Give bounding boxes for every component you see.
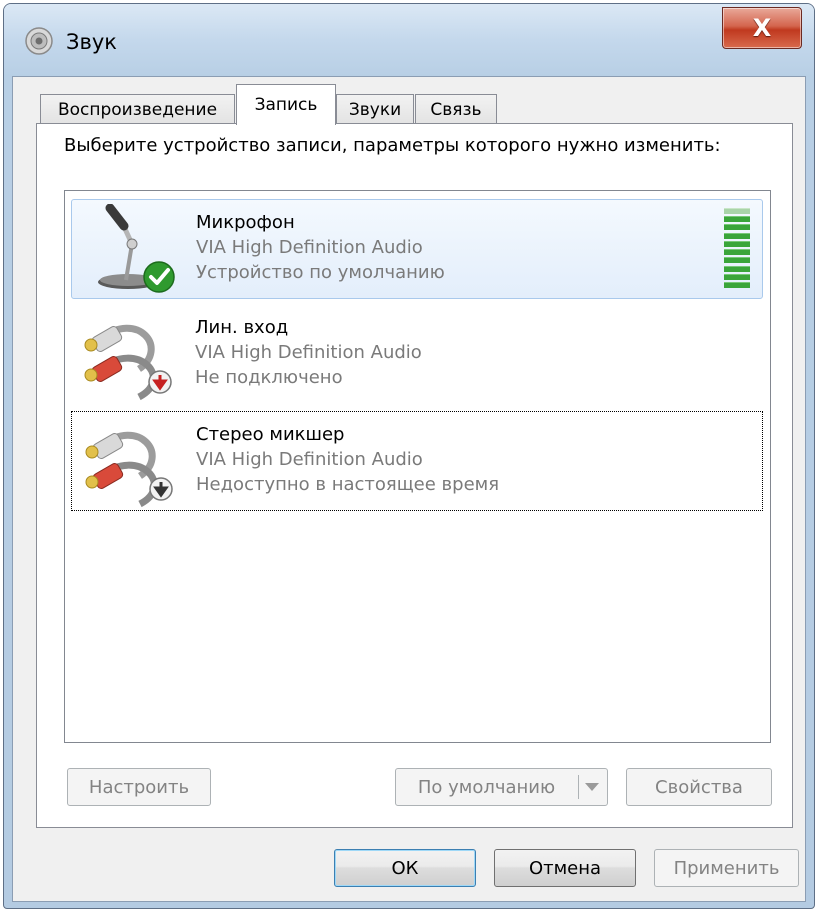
device-item-line-in[interactable]: Лин. вход VIA High Definition Audio Не п… (71, 305, 763, 405)
close-icon: X (752, 14, 772, 42)
device-name: Лин. вход (195, 317, 289, 338)
device-driver: VIA High Definition Audio (196, 449, 423, 470)
device-driver: VIA High Definition Audio (196, 237, 423, 258)
level-bar (724, 208, 750, 214)
cancel-button[interactable]: Отмена (494, 849, 636, 887)
recording-device-list[interactable]: Микрофон VIA High Definition Audio Устро… (64, 190, 771, 743)
instruction-text: Выберите устройство записи, параметры ко… (64, 135, 721, 156)
apply-button[interactable]: Применить (654, 849, 799, 887)
tab-playback[interactable]: Воспроизведение (40, 94, 235, 124)
split-separator (578, 775, 579, 799)
properties-button[interactable]: Свойства (626, 768, 772, 806)
device-driver: VIA High Definition Audio (195, 342, 422, 363)
chevron-down-icon[interactable] (585, 783, 599, 791)
title-bar[interactable]: Звук X (4, 4, 814, 76)
level-bar (724, 240, 750, 247)
device-item-microphone[interactable]: Микрофон VIA High Definition Audio Устро… (71, 199, 763, 299)
default-check-icon (143, 261, 175, 293)
ok-button[interactable]: ОК (334, 849, 476, 887)
level-bar (724, 232, 750, 239)
device-item-stereo-mix[interactable]: Стерео микшер VIA High Definition Audio … (71, 411, 763, 511)
tab-communications[interactable]: Связь (415, 94, 497, 124)
input-level-meter (724, 208, 750, 288)
red-down-arrow-icon (148, 370, 172, 394)
device-status: Не подключено (195, 367, 343, 388)
device-name: Стерео микшер (196, 424, 345, 445)
tab-recording[interactable]: Запись (236, 84, 336, 125)
level-bar (724, 249, 750, 256)
configure-button[interactable]: Настроить (67, 768, 211, 806)
device-status: Недоступно в настоящее время (196, 474, 500, 495)
device-name: Микрофон (196, 212, 295, 233)
level-bar (724, 281, 750, 288)
level-bar (724, 224, 750, 231)
level-bar (724, 257, 750, 264)
close-button[interactable]: X (722, 7, 802, 49)
window-title: Звук (66, 30, 117, 54)
level-bar (724, 273, 750, 280)
device-status: Устройство по умолчанию (196, 262, 445, 283)
level-bar (724, 216, 750, 223)
speaker-icon (25, 27, 53, 55)
gray-down-arrow-icon (149, 477, 173, 501)
set-default-split-button[interactable]: По умолчанию (395, 768, 608, 806)
level-bar (724, 265, 750, 272)
tab-sounds[interactable]: Звуки (336, 94, 414, 124)
